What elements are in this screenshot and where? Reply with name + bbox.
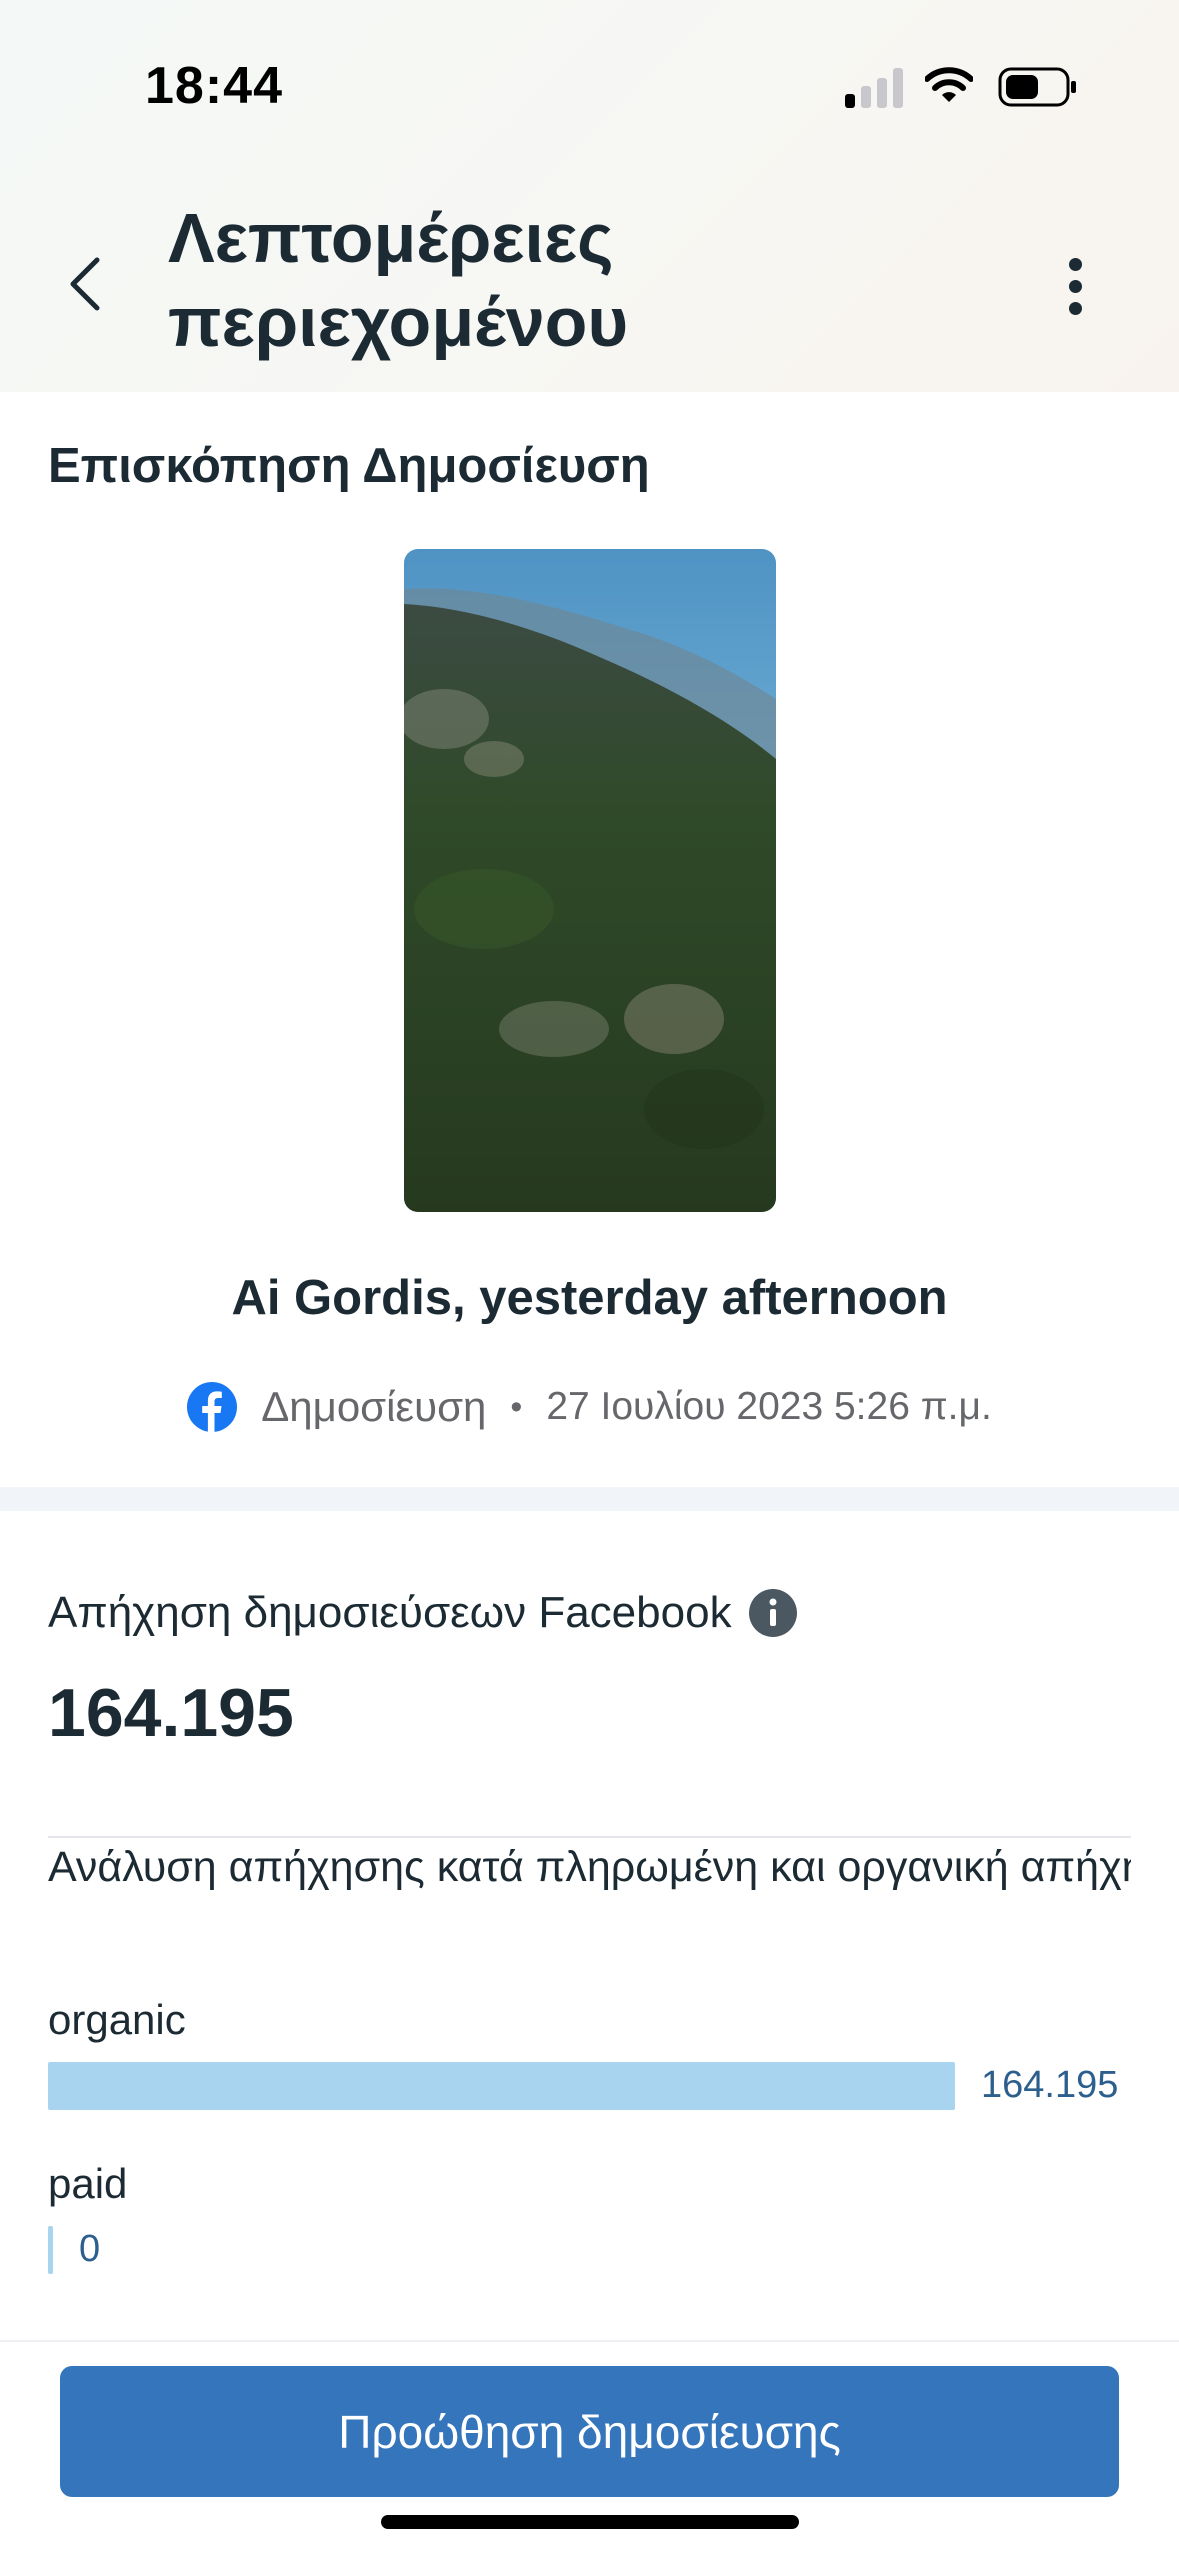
cellular-signal-icon (845, 66, 903, 108)
status-time: 18:44 (145, 57, 283, 115)
back-button[interactable] (55, 248, 115, 320)
bar-label-organic: organic (48, 1996, 186, 2043)
meta-separator: • (510, 1387, 523, 1426)
post-date: 27 Ιουλίου 2023 5:26 π.μ. (546, 1385, 992, 1428)
landscape-photo (404, 549, 776, 1212)
wifi-icon (925, 67, 973, 102)
post-meta: Δημοσίευση • 27 Ιουλίου 2023 5:26 π.μ. (0, 1382, 1179, 1432)
preview-heading: Επισκόπηση Δημοσίευση (48, 439, 650, 493)
divider (48, 1836, 1131, 1838)
facebook-icon (187, 1382, 238, 1432)
promote-post-button[interactable]: Προώθηση δημοσίευσης (60, 2366, 1119, 2497)
more-options-button[interactable] (1045, 250, 1105, 322)
bar-paid (48, 2226, 53, 2274)
info-icon[interactable] (748, 1588, 798, 1638)
more-vertical-icon (1068, 257, 1082, 271)
post-type: Δημοσίευση (261, 1383, 487, 1430)
reach-label-row: Απήχηση δημοσιεύσεων Facebook (48, 1588, 798, 1638)
breakdown-label: Ανάλυση απήχησης κατά πληρωμένη και οργα… (48, 1843, 1131, 1891)
home-indicator (381, 2515, 799, 2529)
reach-value: 164.195 (48, 1675, 294, 1751)
section-divider (0, 1487, 1179, 1511)
reach-label: Απήχηση δημοσιεύσεων Facebook (48, 1588, 732, 1637)
chevron-left-icon (70, 257, 100, 311)
bar-value-paid: 0 (79, 2228, 101, 2270)
bar-value-organic: 164.195 (981, 2064, 1119, 2106)
page-title: Λεπτομέρειες περιεχομένου (168, 199, 629, 361)
battery-icon (998, 67, 1076, 107)
bar-label-paid: paid (48, 2160, 128, 2207)
post-thumbnail[interactable] (404, 549, 776, 1212)
footer-divider (0, 2340, 1179, 2342)
post-title: Ai Gordis, yesterday afternoon (231, 1271, 948, 1325)
bar-organic (48, 2062, 955, 2110)
